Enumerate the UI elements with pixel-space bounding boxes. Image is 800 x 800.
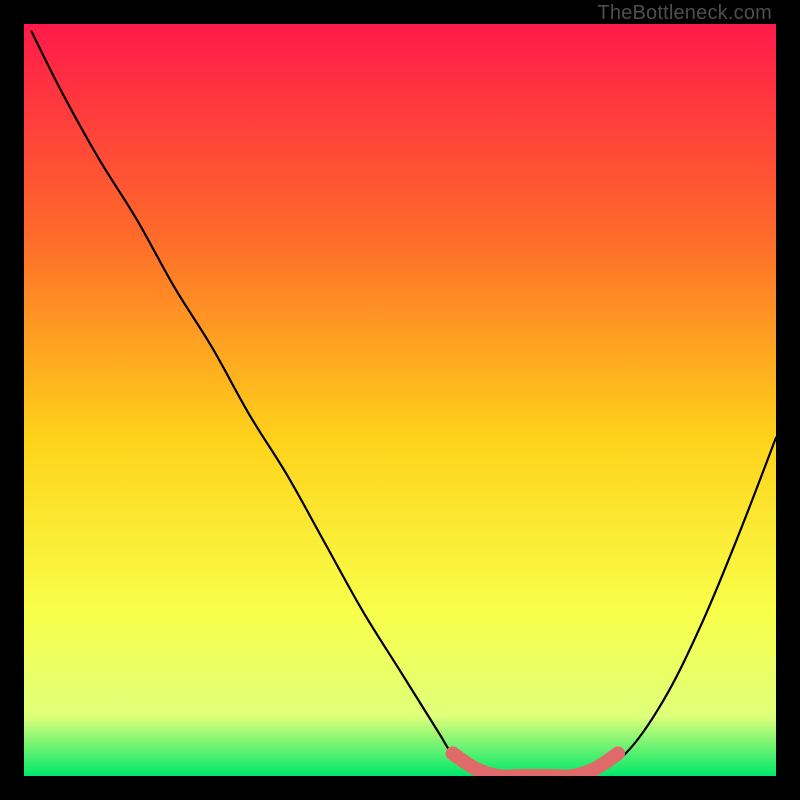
watermark-text: TheBottleneck.com <box>597 2 772 25</box>
chart-background <box>24 24 776 776</box>
optimal-range-start-marker <box>446 746 460 760</box>
bottleneck-chart <box>24 24 776 776</box>
chart-frame <box>24 24 776 776</box>
